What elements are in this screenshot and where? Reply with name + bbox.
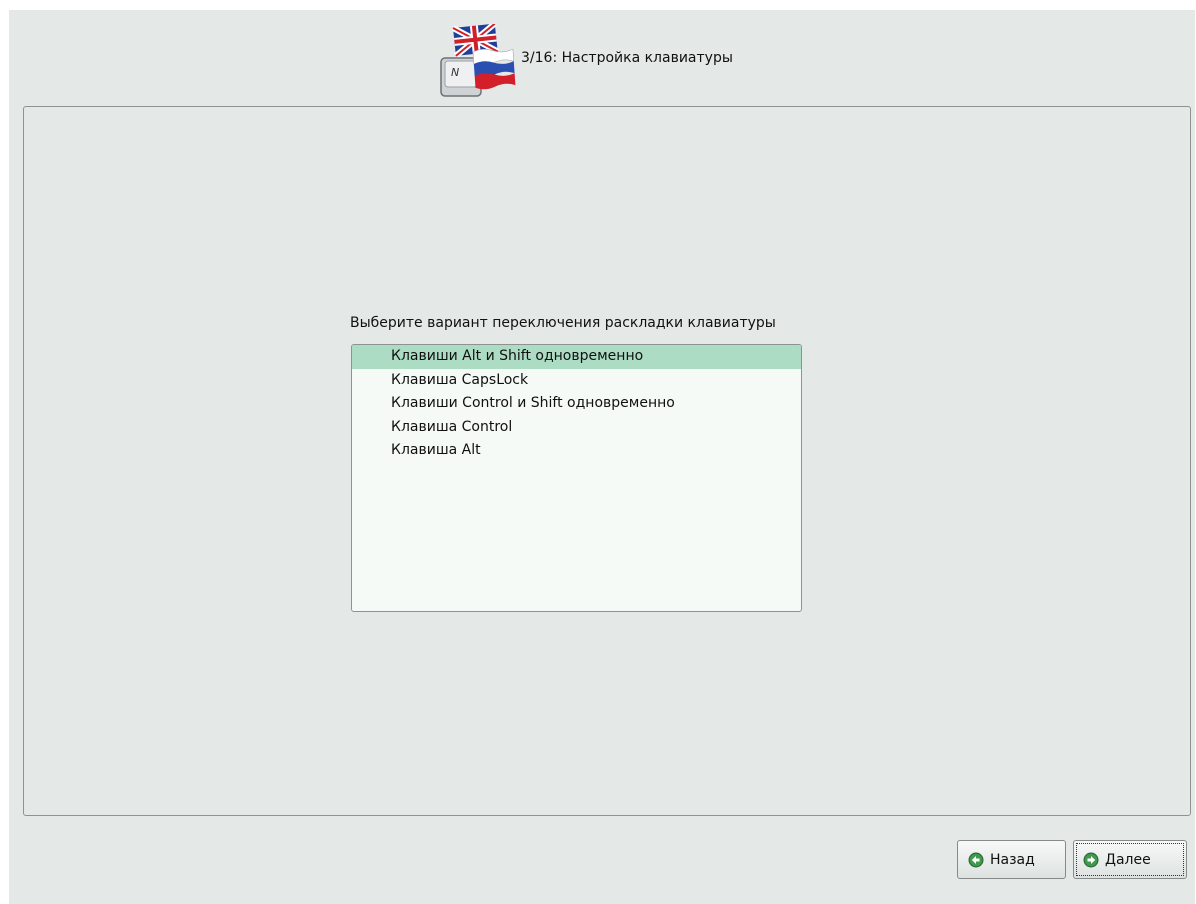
- prompt-label: Выберите вариант переключения раскладки …: [350, 315, 776, 331]
- content-panel: Выберите вариант переключения раскладки …: [23, 106, 1191, 816]
- arrow-left-circle-icon: [968, 852, 984, 867]
- list-item-alt[interactable]: Клавиша Alt: [352, 439, 801, 463]
- layout-switch-listbox[interactable]: Клавиши Alt и Shift одновременно Клавиша…: [351, 344, 802, 612]
- list-item-control[interactable]: Клавиша Control: [352, 416, 801, 440]
- back-button-label: Назад: [990, 851, 1035, 868]
- key-letter: N: [451, 66, 459, 79]
- next-button-label: Далее: [1105, 851, 1151, 868]
- page-title: 3/16: Настройка клавиатуры: [521, 50, 733, 66]
- installer-window: N 3/16: Настройка клавиатуры Выберите ва…: [9, 10, 1195, 904]
- focus-ring: Далее: [1076, 843, 1184, 876]
- next-button[interactable]: Далее: [1073, 840, 1187, 879]
- list-item-control-shift[interactable]: Клавиши Control и Shift одновременно: [352, 392, 801, 416]
- arrow-right-circle-icon: [1083, 852, 1099, 867]
- step-header: N 3/16: Настройка клавиатуры: [9, 10, 1195, 106]
- list-item-alt-shift[interactable]: Клавиши Alt и Shift одновременно: [352, 345, 801, 369]
- list-item-capslock[interactable]: Клавиша CapsLock: [352, 369, 801, 393]
- keyboard-layout-flags-icon: N: [440, 24, 516, 97]
- back-button[interactable]: Назад: [957, 840, 1066, 879]
